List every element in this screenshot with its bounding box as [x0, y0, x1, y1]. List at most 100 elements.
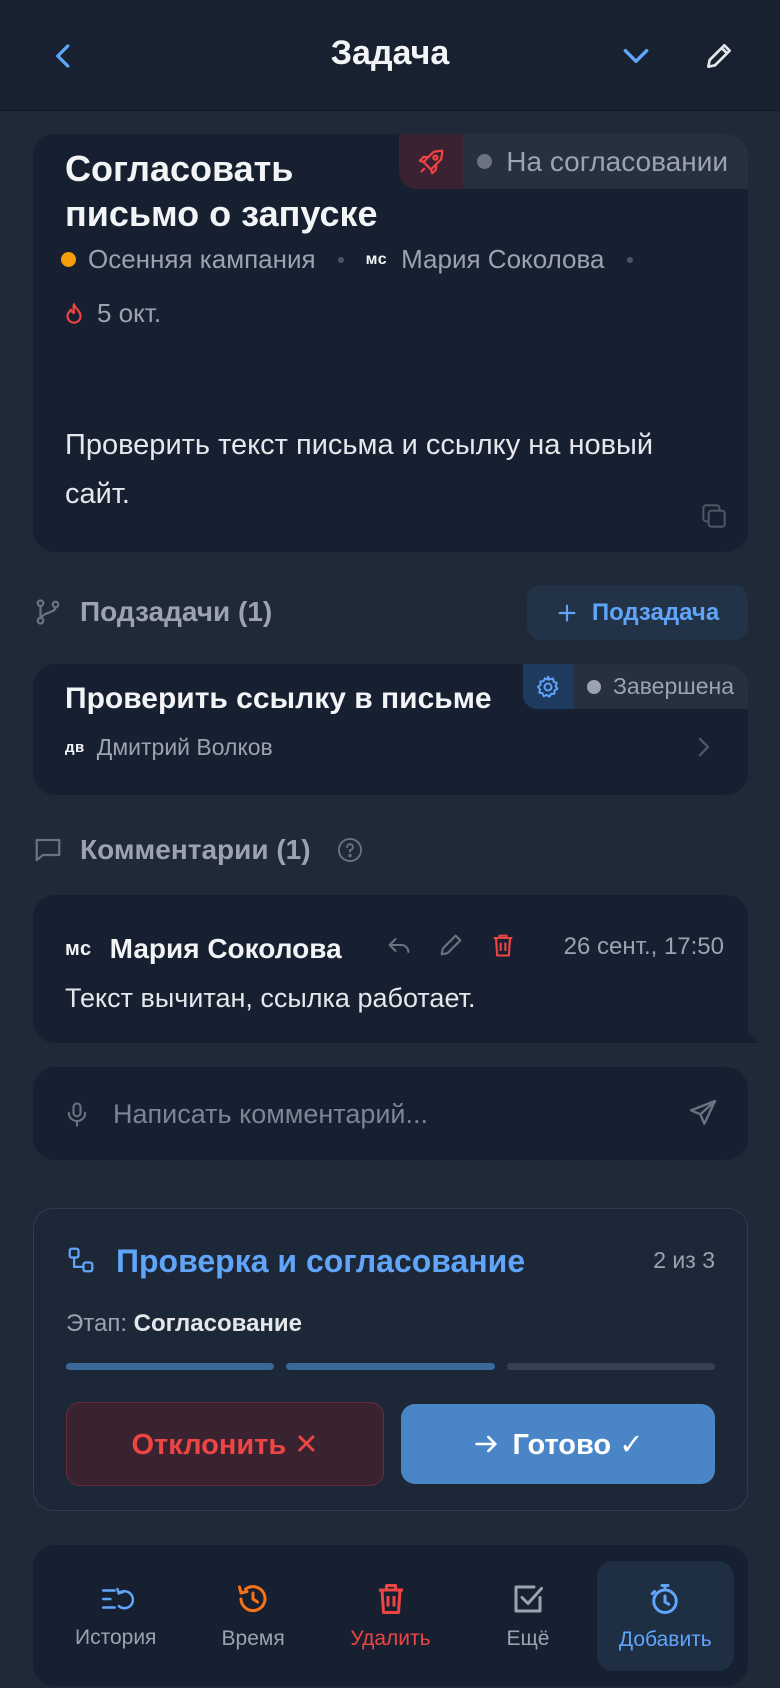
rocket-icon	[418, 149, 444, 174]
comments-header: Комментарии (1)	[33, 834, 364, 866]
help-button[interactable]	[336, 836, 364, 864]
stage-value: Согласование	[133, 1310, 303, 1337]
delete-label: Удалить	[350, 1626, 431, 1650]
stopwatch-icon	[651, 1583, 679, 1614]
edit-button[interactable]	[697, 34, 741, 78]
subtask-open-button[interactable]	[691, 732, 715, 762]
add-label: Добавить	[618, 1627, 712, 1651]
pencil-icon	[707, 44, 731, 68]
branch-icon	[36, 599, 60, 625]
more-tab[interactable]: Ещё	[459, 1561, 596, 1671]
time-tab[interactable]: Время	[184, 1561, 321, 1671]
task-status-badge[interactable]: На согласовании	[399, 134, 748, 189]
done-button[interactable]: Готово ✓	[401, 1404, 715, 1484]
subtask-assignee: Дмитрий Волков	[96, 734, 273, 760]
plus-icon	[558, 604, 576, 621]
more-label: Ещё	[506, 1626, 550, 1650]
subtasks-header: Подзадачи (1)	[33, 596, 272, 628]
question-circle-icon	[337, 837, 362, 863]
copy-button[interactable]	[698, 500, 730, 532]
separator-dot	[626, 256, 633, 263]
subtask-status: Завершена	[613, 673, 734, 699]
task-meta: Осенняя кампания мс Мария Соколова	[61, 244, 655, 275]
done-label: Готово ✓	[512, 1428, 644, 1461]
workflow-title[interactable]: Проверка и согласование	[116, 1243, 525, 1280]
assignee-name[interactable]: Мария Соколова	[401, 244, 604, 275]
stage-label: Этап:	[66, 1310, 127, 1337]
due-date[interactable]: 5 окт.	[97, 298, 161, 329]
history-list-icon	[101, 1587, 134, 1609]
avatar: мс	[65, 937, 92, 960]
avatar: мс	[365, 250, 388, 268]
send-icon	[689, 1099, 717, 1125]
voice-button[interactable]	[63, 1098, 91, 1130]
progress-segment	[286, 1363, 495, 1370]
trash-icon	[493, 934, 513, 957]
task-card: Согласовать письмо о запуске На согласов…	[33, 134, 748, 552]
bottom-action-bar: История Время Удалить Ещё Добавить	[33, 1545, 748, 1686]
task-status-label: На согласовании	[506, 145, 728, 177]
subtasks-title: Подзадачи (1)	[80, 596, 273, 627]
chat-bubble-icon	[35, 838, 61, 862]
delete-comment-button[interactable]	[489, 931, 517, 959]
comment-card: мс Мария Соколова 26 сент., 17:50 Текст …	[33, 895, 760, 1043]
comment-author-row: мс Мария Соколова	[65, 933, 342, 965]
add-time-tab[interactable]: Добавить	[596, 1560, 735, 1671]
workflow-card: Проверка и согласование 2 из 3 Этап: Сог…	[33, 1208, 748, 1511]
reply-button[interactable]	[385, 931, 413, 959]
project-link[interactable]: Осенняя кампания	[88, 244, 316, 275]
chevron-right-icon	[698, 737, 710, 757]
chevron-down-icon	[623, 48, 649, 64]
reply-icon	[388, 938, 410, 954]
microphone-icon	[67, 1102, 87, 1127]
history-label: История	[74, 1625, 157, 1649]
workflow-step-count: 2 из 3	[653, 1247, 715, 1273]
add-subtask-button[interactable]: Подзадача	[527, 585, 748, 640]
pencil-icon	[440, 934, 462, 956]
trash-icon	[378, 1583, 403, 1614]
time-label: Время	[221, 1626, 285, 1650]
add-subtask-label: Подзадача	[591, 598, 720, 626]
delete-tab[interactable]: Удалить	[322, 1561, 459, 1671]
comment-time: 26 сент., 17:50	[563, 933, 724, 960]
task-title: Согласовать письмо о запуске	[65, 148, 378, 234]
copy-icon	[702, 504, 726, 528]
fire-icon	[66, 302, 82, 324]
workflow-icon-wrap	[66, 1245, 96, 1275]
subtask-card[interactable]: Проверить ссылку в письме Завершена дв Д…	[33, 664, 748, 795]
workflow-progress	[66, 1363, 715, 1370]
edit-comment-button[interactable]	[437, 931, 465, 959]
comment-author: Мария Соколова	[109, 933, 342, 964]
workflow-icon	[68, 1247, 94, 1273]
subtask-status-badge: Завершена	[523, 664, 748, 709]
send-button[interactable]	[687, 1097, 719, 1129]
comment-input[interactable]	[113, 1089, 673, 1139]
progress-segment	[506, 1363, 715, 1370]
workflow-stage: Этап: Согласование	[66, 1310, 302, 1338]
subtask-title: Проверить ссылку в письме	[65, 682, 492, 715]
status-dot	[587, 679, 602, 694]
gear-icon	[537, 675, 559, 698]
project-dot	[61, 252, 76, 267]
arrow-right-icon	[475, 1435, 498, 1453]
top-bar: Задача	[0, 0, 780, 111]
comment-actions	[385, 931, 517, 959]
collapse-button[interactable]	[614, 34, 658, 78]
due-row: 5 окт.	[61, 298, 161, 329]
task-description: Проверить текст письма и ссылку на новый…	[65, 429, 654, 510]
avatar: дв	[65, 739, 85, 756]
checkbox-icon	[514, 1585, 543, 1612]
bubble-tail	[746, 1031, 760, 1043]
status-icon-box	[399, 134, 464, 189]
clock-history-icon	[238, 1584, 267, 1612]
history-tab[interactable]: История	[47, 1561, 184, 1671]
reject-button[interactable]: Отклонить ✕	[66, 1402, 384, 1486]
separator-dot	[337, 256, 344, 263]
subtask-assignee-row: дв Дмитрий Волков	[65, 734, 273, 761]
comment-text: Текст вычитан, ссылка работает.	[65, 983, 476, 1013]
progress-segment	[66, 1363, 275, 1370]
comments-title: Комментарии (1)	[80, 834, 311, 865]
reject-label: Отклонить ✕	[131, 1428, 319, 1461]
status-dot	[477, 154, 493, 169]
comment-composer	[33, 1067, 748, 1160]
